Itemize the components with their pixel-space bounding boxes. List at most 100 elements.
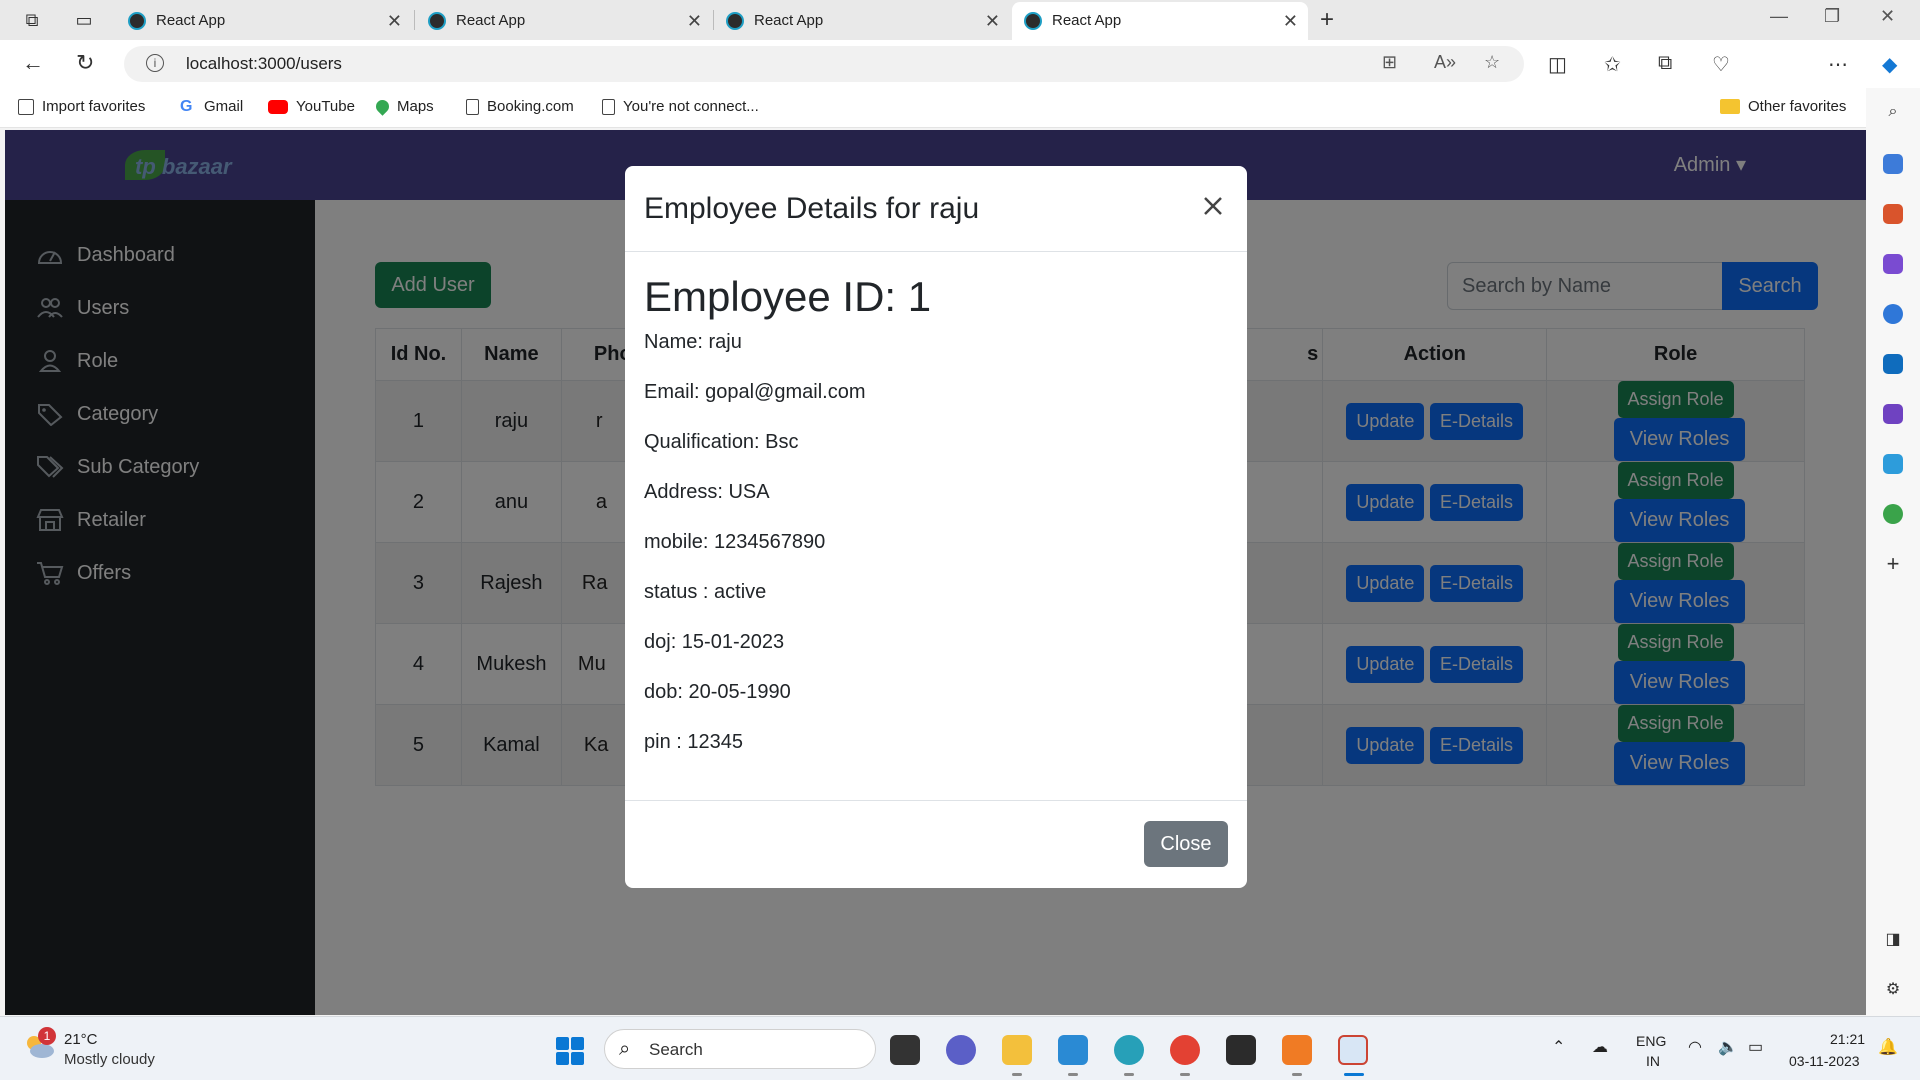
wifi-icon[interactable]: ◠ — [1688, 1037, 1702, 1057]
file-explorer-icon[interactable] — [1002, 1035, 1032, 1065]
modal-header: Employee Details for raju — [625, 166, 1247, 252]
read-aloud-icon[interactable]: A» — [1434, 52, 1456, 73]
detail-mobile: mobile: 1234567890 — [644, 531, 826, 553]
browser-tab-3[interactable]: React App ✕ — [714, 2, 1010, 40]
close-tab-icon[interactable]: ✕ — [1283, 2, 1298, 40]
detail-email: Email: gopal@gmail.com — [644, 381, 866, 403]
favorite-booking[interactable]: Booking.com — [466, 98, 574, 115]
clock-date[interactable]: 03-11-2023 — [1789, 1053, 1860, 1069]
copilot-icon[interactable]: ◆ — [1882, 52, 1897, 77]
favorite-star-icon[interactable]: ☆ — [1484, 52, 1500, 73]
vscode-icon[interactable] — [1058, 1035, 1088, 1065]
url-text[interactable]: localhost:3000/users — [186, 54, 342, 74]
search-icon[interactable]: ⌕ — [1883, 102, 1903, 122]
battery-icon[interactable]: ▭ — [1748, 1037, 1763, 1057]
react-icon — [128, 12, 146, 30]
close-button[interactable]: Close — [1144, 821, 1228, 867]
windows-taskbar: 1 21°C Mostly cloudy ⌕ Search ⌃ ☁ ENG IN… — [0, 1016, 1920, 1080]
windows-start-icon[interactable] — [556, 1037, 584, 1065]
favorite-import[interactable]: Import favorites — [18, 98, 145, 115]
search-icon: ⌕ — [619, 1038, 631, 1060]
close-window-icon[interactable]: ✕ — [1880, 6, 1895, 27]
teams-chat-icon[interactable] — [946, 1035, 976, 1065]
favorites-icon[interactable]: ✩ — [1604, 52, 1621, 77]
more-menu-icon[interactable]: ⋯ — [1828, 52, 1848, 77]
favorite-youtube[interactable]: YouTube — [268, 98, 355, 115]
modal-title: Employee Details for raju — [644, 192, 980, 225]
detail-dob: dob: 20-05-1990 — [644, 681, 791, 703]
close-tab-icon[interactable]: ✕ — [687, 2, 702, 40]
refresh-icon[interactable]: ↻ — [76, 50, 94, 76]
clock-time[interactable]: 21:21 — [1830, 1031, 1865, 1047]
folder-icon — [1720, 99, 1740, 114]
terminal-icon[interactable] — [1226, 1035, 1256, 1065]
notification-bell-icon[interactable]: 🔔 — [1878, 1037, 1898, 1057]
language-indicator[interactable]: ENG — [1636, 1033, 1666, 1049]
address-bar-row: ← ↻ i localhost:3000/users ⊞ A» ☆ ◫ ✩ ⧉ … — [0, 40, 1920, 120]
snipping-tool-icon[interactable] — [1338, 1035, 1368, 1065]
games-icon[interactable] — [1883, 254, 1903, 274]
edge-sidebar: ⌕ + ◨ ⚙ — [1866, 88, 1920, 1016]
favorite-not-connected[interactable]: You're not connect... — [602, 98, 759, 115]
browser-essentials-icon[interactable]: ♡ — [1712, 52, 1730, 77]
close-tab-icon[interactable]: ✕ — [387, 2, 402, 40]
tab-separator — [414, 10, 415, 30]
browser-tab-4-active[interactable]: React App ✕ — [1012, 2, 1308, 40]
react-icon — [726, 12, 744, 30]
page-icon — [466, 98, 479, 115]
new-tab-icon[interactable]: + — [1320, 6, 1334, 34]
tab-actions-icon[interactable]: ▭ — [72, 8, 96, 32]
split-screen-icon[interactable]: ◫ — [1548, 52, 1567, 77]
close-tab-icon[interactable]: ✕ — [985, 2, 1000, 40]
sidebar-toggle-icon[interactable]: ◨ — [1883, 930, 1903, 950]
browser-tab-1[interactable]: React App ✕ — [116, 2, 412, 40]
shopping-icon[interactable] — [1883, 154, 1903, 174]
minimize-icon[interactable]: — — [1770, 6, 1788, 27]
favorite-maps[interactable]: Maps — [373, 97, 434, 116]
react-icon — [1024, 12, 1042, 30]
add-icon[interactable]: + — [1883, 553, 1903, 575]
volume-icon[interactable]: 🔈 — [1718, 1037, 1738, 1057]
outlook-icon[interactable] — [1883, 354, 1903, 374]
onedrive-cloud-icon[interactable]: ☁ — [1592, 1037, 1608, 1057]
detail-status: status : active — [644, 581, 767, 603]
show-hidden-icons[interactable]: ⌃ — [1552, 1037, 1565, 1057]
app-available-icon[interactable]: ⊞ — [1382, 52, 1397, 73]
designer-icon[interactable] — [1883, 404, 1903, 424]
taskbar-search[interactable]: ⌕ Search — [604, 1029, 876, 1069]
favorite-gmail[interactable]: G Gmail — [180, 98, 243, 115]
weather-condition[interactable]: Mostly cloudy — [64, 1051, 155, 1068]
maps-pin-icon — [373, 97, 392, 116]
task-view-icon[interactable] — [890, 1035, 920, 1065]
workspaces-icon[interactable]: ⧉ — [20, 8, 44, 32]
tree-icon[interactable] — [1883, 504, 1903, 524]
react-icon — [428, 12, 446, 30]
browser-tab-bar: ⧉ ▭ React App ✕ React App ✕ React App ✕ … — [0, 0, 1920, 40]
back-icon[interactable]: ← — [22, 50, 44, 76]
modal-footer: Close — [625, 800, 1247, 888]
chrome-icon[interactable] — [1170, 1035, 1200, 1065]
url-box[interactable]: i localhost:3000/users ⊞ A» ☆ — [124, 46, 1524, 82]
google-icon: G — [180, 97, 193, 115]
detail-address: Address: USA — [644, 481, 770, 503]
other-favorites[interactable]: Other favorites — [1720, 98, 1846, 115]
temperature[interactable]: 21°C — [64, 1031, 98, 1048]
edge-icon[interactable] — [1114, 1035, 1144, 1065]
employee-details-modal: Employee Details for raju Employee ID: 1… — [625, 166, 1247, 888]
import-icon — [18, 98, 34, 115]
site-info-icon[interactable]: i — [146, 54, 164, 72]
close-icon[interactable] — [1197, 190, 1229, 222]
detail-pin: pin : 12345 — [644, 731, 743, 753]
microsoft365-icon[interactable] — [1883, 304, 1903, 324]
detail-doj: doj: 15-01-2023 — [644, 631, 785, 653]
collections-icon[interactable]: ⧉ — [1658, 52, 1672, 75]
modal-body: Employee ID: 1 Name: raju Email: gopal@g… — [644, 272, 1224, 780]
tools-icon[interactable] — [1883, 204, 1903, 224]
send-icon[interactable] — [1883, 454, 1903, 474]
restore-icon[interactable]: ❐ — [1824, 6, 1840, 27]
browser-tab-2[interactable]: React App ✕ — [416, 2, 712, 40]
page-icon — [602, 98, 615, 115]
settings-gear-icon[interactable]: ⚙ — [1883, 980, 1903, 1000]
detail-qualification: Qualification: Bsc — [644, 431, 799, 453]
xampp-icon[interactable] — [1282, 1035, 1312, 1065]
